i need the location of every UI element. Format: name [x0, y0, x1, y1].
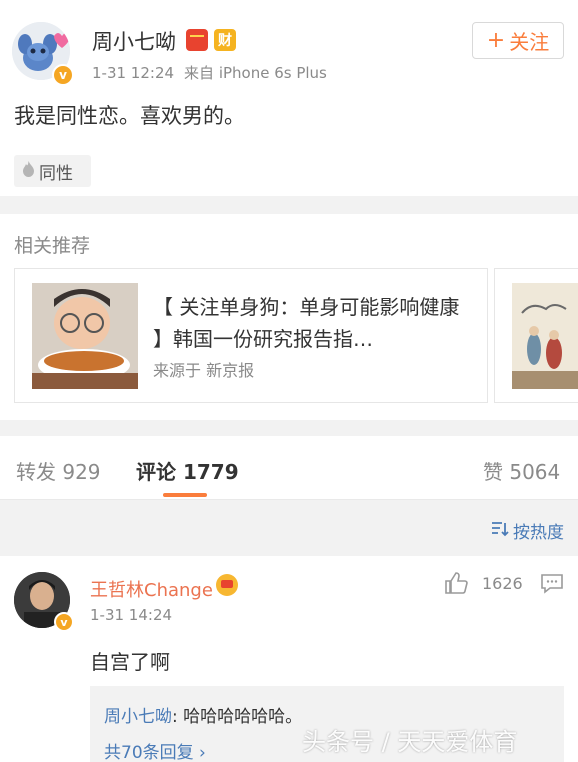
- watermark: 头条号 / 天天爱体育: [302, 728, 518, 756]
- crown-icon: [216, 574, 238, 596]
- post-username[interactable]: 周小七呦: [92, 26, 176, 56]
- comment-username[interactable]: 王哲林Change: [90, 576, 213, 602]
- comment-reply-icon[interactable]: [541, 574, 563, 598]
- comment-avatar[interactable]: v: [14, 572, 74, 632]
- wealth-badge-icon: 财: [214, 29, 236, 51]
- topic-tag[interactable]: 同性: [14, 155, 91, 187]
- plus-icon: +: [486, 27, 506, 53]
- comment-time: 1-31 14:24: [90, 606, 173, 624]
- reply-line[interactable]: 周小七呦: 哈哈哈哈哈哈。: [104, 702, 302, 727]
- related-card-source: 来源于 新京报: [153, 361, 255, 380]
- post-time: 1-31 12:24: [92, 64, 175, 82]
- post-avatar[interactable]: v: [12, 22, 74, 86]
- comment-text: 自宫了啊: [90, 650, 170, 674]
- related-section: 相关推荐 【 关注单身狗：单身可能影响健康 】韩国一份研究报告指… 来源于 新京…: [0, 214, 578, 420]
- flame-icon: [22, 161, 35, 181]
- verified-icon: v: [54, 612, 74, 632]
- post-card: v 周小七呦 财 1-31 12:24 来自 iPhone 6s Plus + 关…: [0, 0, 578, 196]
- tab-repost[interactable]: 转发 929: [16, 456, 101, 485]
- related-card-next[interactable]: [494, 268, 578, 403]
- thumbs-up-icon: [445, 572, 468, 594]
- red-envelope-icon: [186, 29, 208, 51]
- related-card-next-thumbnail: [512, 283, 578, 389]
- comment-like-button[interactable]: 1626: [444, 572, 523, 594]
- follow-label: 关注: [509, 30, 550, 54]
- comment-like-count: 1626: [482, 573, 523, 593]
- post-source: 来自 iPhone 6s Plus: [184, 64, 327, 82]
- view-all-replies-link[interactable]: 共70条回复 ›: [104, 738, 206, 762]
- post-meta: 1-31 12:24 来自 iPhone 6s Plus: [92, 62, 327, 83]
- reply-author[interactable]: 周小七呦: [104, 707, 172, 727]
- tab-likes[interactable]: 赞 5064: [483, 456, 560, 485]
- reply-text: : 哈哈哈哈哈哈。: [172, 707, 303, 727]
- topic-tag-label: 同性: [39, 163, 73, 184]
- related-card[interactable]: 【 关注单身狗：单身可能影响健康 】韩国一份研究报告指… 来源于 新京报: [14, 268, 488, 403]
- active-tab-indicator: [163, 493, 207, 497]
- sort-icon: [491, 521, 509, 541]
- interaction-tabs: 转发 929 评论 1779 赞 5064: [0, 436, 578, 500]
- sort-bar: 按热度: [0, 501, 578, 555]
- related-card-headline: 【 关注单身狗：单身可能影响健康 】韩国一份研究报告指…: [153, 295, 460, 351]
- tab-comments[interactable]: 评论 1779: [136, 456, 239, 485]
- sort-by-hot-button[interactable]: 按热度: [491, 518, 564, 543]
- follow-button[interactable]: + 关注: [472, 22, 564, 59]
- verified-icon: v: [52, 64, 74, 86]
- related-card-thumbnail: [32, 283, 138, 389]
- sort-label: 按热度: [513, 523, 564, 543]
- post-text: 我是同性恋。喜欢男的。: [14, 104, 245, 128]
- related-title: 相关推荐: [14, 235, 91, 257]
